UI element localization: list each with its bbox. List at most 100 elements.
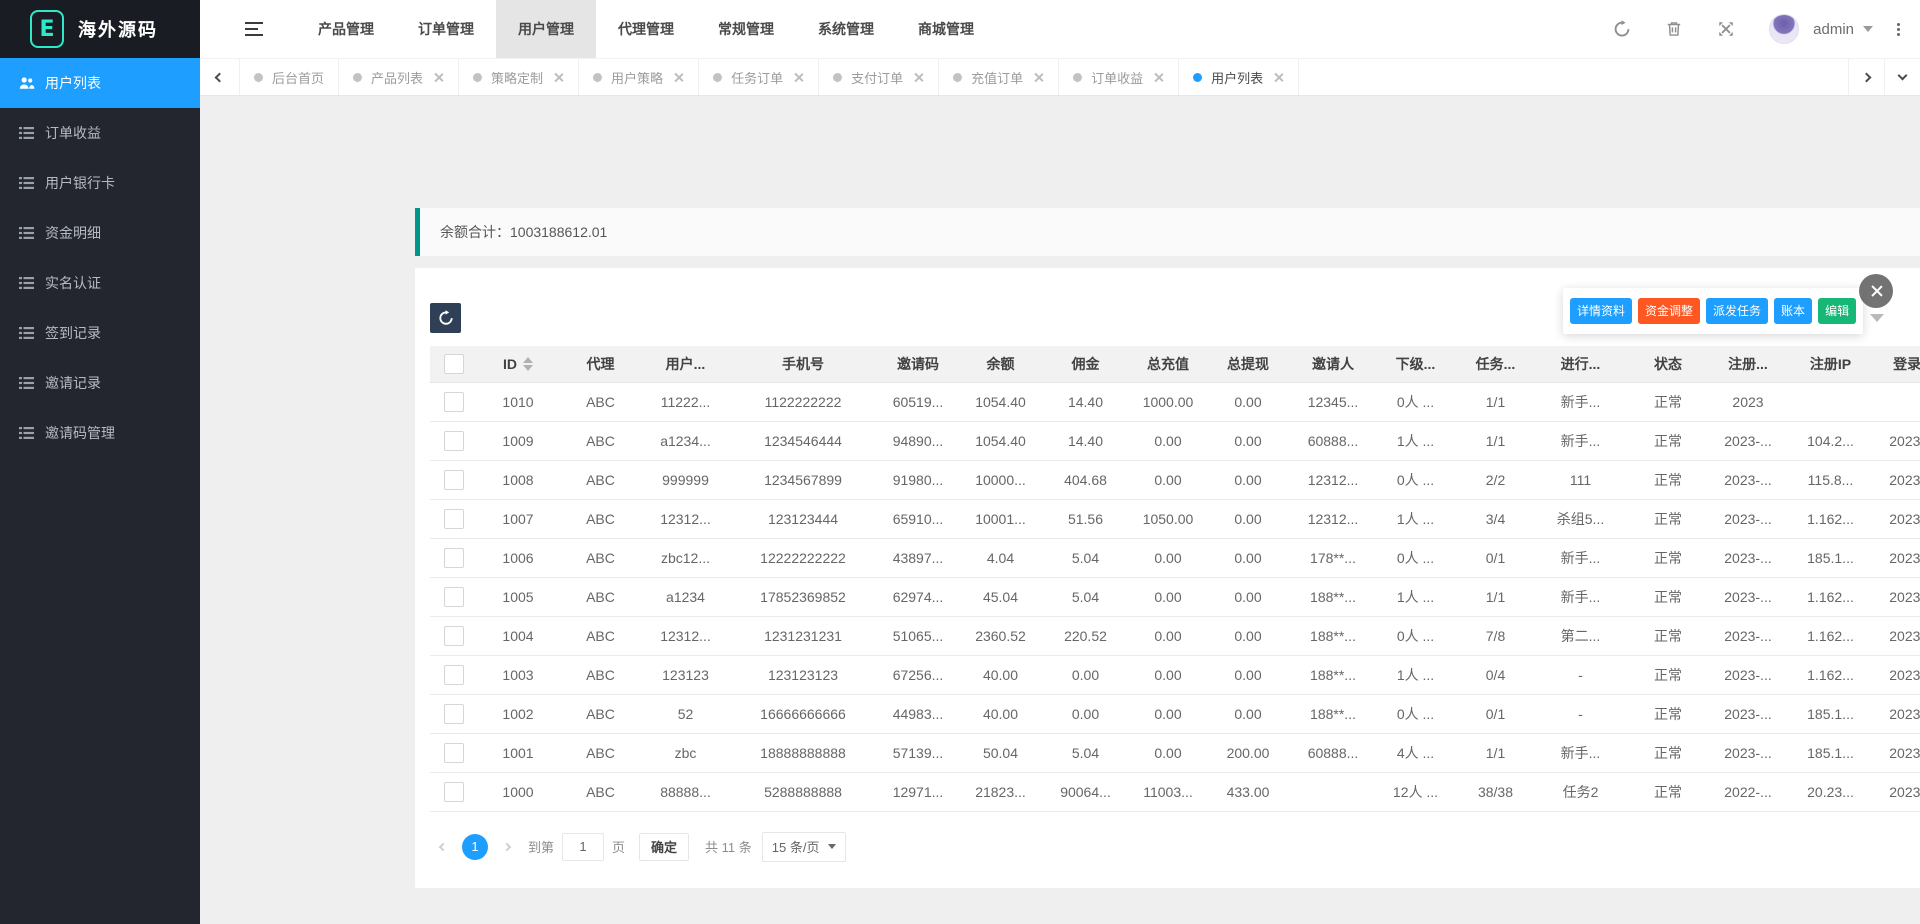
row-checkbox[interactable] [444, 431, 464, 451]
nav-mall-management[interactable]: 商城管理 [896, 0, 996, 58]
collapse-menu-icon[interactable] [245, 22, 263, 36]
table-cell: 2022-... [1713, 772, 1783, 811]
refresh-icon[interactable] [1613, 20, 1631, 38]
sort-icon[interactable] [523, 357, 533, 371]
table-row: 1005ABCa12341785236985262974...45.045.04… [430, 577, 1920, 616]
trash-icon[interactable] [1665, 20, 1683, 38]
row-checkbox[interactable] [444, 587, 464, 607]
tabs-menu-button[interactable] [1884, 59, 1920, 95]
tab-close-icon[interactable] [433, 72, 444, 83]
sidebar-item-checkin-records[interactable]: 签到记录 [0, 308, 200, 358]
content-area: 余额合计： 1003188612.01 [200, 96, 1920, 924]
sidebar-item-realname-auth[interactable]: 实名认证 [0, 258, 200, 308]
popup-ledger-button[interactable]: 账本 [1774, 298, 1812, 324]
row-checkbox[interactable] [444, 704, 464, 724]
prev-page-button[interactable] [430, 834, 456, 860]
tabs-scroll-left-button[interactable] [200, 59, 240, 95]
row-checkbox[interactable] [444, 548, 464, 568]
topbar: 产品管理 订单管理 用户管理 代理管理 常规管理 系统管理 商城管理 admin [200, 0, 1920, 58]
tab-close-icon[interactable] [553, 72, 564, 83]
tab-user-strategy[interactable]: 用户策略 [579, 59, 699, 95]
tab-payment-orders[interactable]: 支付订单 [819, 59, 939, 95]
tab-close-icon[interactable] [1033, 72, 1044, 83]
user-avatar[interactable] [1769, 14, 1799, 44]
row-checkbox[interactable] [444, 509, 464, 529]
current-page-button[interactable]: 1 [462, 834, 488, 860]
table-cell: 4人 ... [1378, 733, 1453, 772]
sidebar-item-invite-records[interactable]: 邀请记录 [0, 358, 200, 408]
sidebar-item-order-earnings[interactable]: 订单收益 [0, 108, 200, 158]
sidebar-item-user-list[interactable]: 用户列表 [0, 58, 200, 108]
popup-fund-adjust-button[interactable]: 资金调整 [1638, 298, 1700, 324]
tab-order-earnings[interactable]: 订单收益 [1059, 59, 1179, 95]
refresh-table-button[interactable] [430, 303, 461, 333]
nav-order-management[interactable]: 订单管理 [396, 0, 496, 58]
table-cell: 1/1 [1453, 382, 1538, 421]
popup-close-button[interactable] [1859, 274, 1893, 308]
table-cell: 正常 [1623, 655, 1713, 694]
list-icon [19, 127, 35, 139]
table-cell: 12222222222 [728, 538, 878, 577]
table-cell: 正常 [1623, 421, 1713, 460]
nav-product-management[interactable]: 产品管理 [296, 0, 396, 58]
tab-close-icon[interactable] [913, 72, 924, 83]
tab-close-icon[interactable] [673, 72, 684, 83]
row-checkbox[interactable] [444, 470, 464, 490]
tab-product-list[interactable]: 产品列表 [339, 59, 459, 95]
brand-logo: E 海外源码 [0, 0, 200, 58]
table-cell: ABC [558, 772, 643, 811]
nav-system-management[interactable]: 系统管理 [796, 0, 896, 58]
tab-user-list[interactable]: 用户列表 [1179, 59, 1299, 95]
tab-strategy-custom[interactable]: 策略定制 [459, 59, 579, 95]
username[interactable]: admin [1813, 21, 1854, 38]
popup-detail-button[interactable]: 详情资料 [1570, 298, 1632, 324]
next-page-button[interactable] [494, 834, 520, 860]
table-cell: 60888... [1288, 733, 1378, 772]
sidebar-item-invite-code-management[interactable]: 邀请码管理 [0, 408, 200, 458]
table-cell: 2023-... [1713, 499, 1783, 538]
table-cell: 1050.00 [1128, 499, 1208, 538]
fullscreen-icon[interactable] [1717, 20, 1735, 38]
nav-agent-management[interactable]: 代理管理 [596, 0, 696, 58]
column-header-id[interactable]: ID [478, 346, 558, 382]
table-cell [1288, 772, 1378, 811]
table-cell: 0.00 [1128, 538, 1208, 577]
more-menu-icon[interactable] [1897, 28, 1900, 31]
row-checkbox[interactable] [444, 665, 464, 685]
popup-edit-button[interactable]: 编辑 [1818, 298, 1856, 324]
nav-user-management[interactable]: 用户管理 [496, 0, 596, 58]
tab-task-orders[interactable]: 任务订单 [699, 59, 819, 95]
user-menu-caret-icon[interactable] [1863, 26, 1873, 32]
table-cell: 正常 [1623, 694, 1713, 733]
table-cell: 111 [1538, 460, 1623, 499]
nav-general-management[interactable]: 常规管理 [696, 0, 796, 58]
table-cell: 2360.52 [958, 616, 1043, 655]
row-checkbox[interactable] [444, 782, 464, 802]
popup-dispatch-task-button[interactable]: 派发任务 [1706, 298, 1768, 324]
tab-close-icon[interactable] [1153, 72, 1164, 83]
page-number-input[interactable] [562, 833, 604, 861]
table-cell: 185.1... [1783, 733, 1878, 772]
table-cell: 88888... [643, 772, 728, 811]
tab-recharge-orders[interactable]: 充值订单 [939, 59, 1059, 95]
table-cell: 2023-... [1713, 460, 1783, 499]
tab-close-icon[interactable] [1273, 72, 1284, 83]
row-checkbox[interactable] [444, 743, 464, 763]
popup-dropdown-arrow[interactable] [1870, 314, 1884, 322]
table-cell: 2023-... [1713, 733, 1783, 772]
row-checkbox-cell [430, 733, 478, 772]
table-cell: zbc12... [643, 538, 728, 577]
sidebar-item-fund-details[interactable]: 资金明细 [0, 208, 200, 258]
tab-dashboard[interactable]: 后台首页 [240, 59, 339, 95]
row-checkbox[interactable] [444, 626, 464, 646]
sidebar-item-user-bank-cards[interactable]: 用户银行卡 [0, 158, 200, 208]
table-cell: 2023-... [1878, 616, 1920, 655]
table-cell: 0.00 [1128, 460, 1208, 499]
confirm-page-button[interactable]: 确定 [639, 833, 689, 861]
sidebar-item-label: 资金明细 [45, 223, 101, 243]
row-checkbox[interactable] [444, 392, 464, 412]
tab-close-icon[interactable] [793, 72, 804, 83]
page-size-select[interactable]: 15 条/页 [762, 832, 847, 862]
select-all-checkbox[interactable] [444, 354, 464, 374]
tabs-scroll-right-button[interactable] [1848, 59, 1884, 95]
